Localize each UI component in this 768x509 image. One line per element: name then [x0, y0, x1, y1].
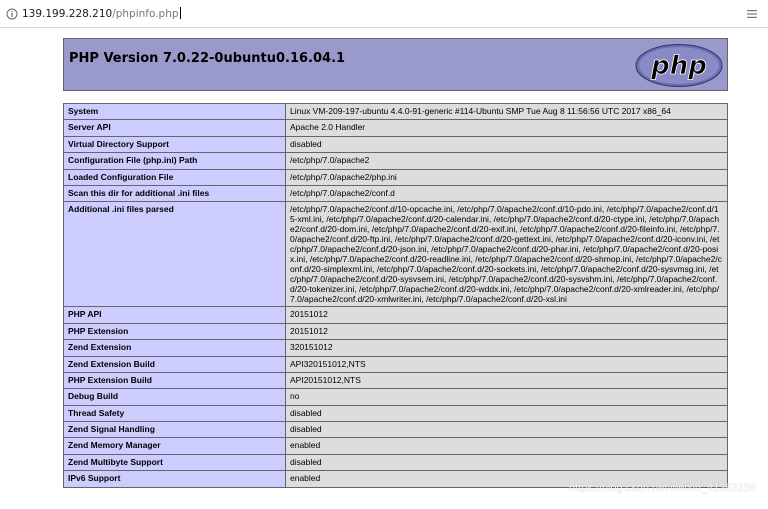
table-row: Scan this dir for additional .ini files /… — [63, 184, 728, 203]
row-key: Additional .ini files parsed — [63, 201, 286, 308]
row-key: Configuration File (php.ini) Path — [63, 152, 286, 170]
row-key: Virtual Directory Support — [63, 135, 286, 154]
table-row: Thread Safety disabled — [63, 404, 728, 423]
row-key: Scan this dir for additional .ini files — [63, 184, 286, 203]
page-title: PHP Version 7.0.22-0ubuntu0.16.04.1 — [69, 51, 346, 66]
table-row: Additional .ini files parsed/etc/php/7.0… — [63, 201, 728, 308]
php-logo: php — [635, 44, 723, 87]
row-value: API320151012,NTS — [285, 355, 728, 373]
row-value: Linux VM-209-197-ubuntu 4.4.0-91-generic… — [285, 102, 728, 121]
row-key: Zend Multibyte Support — [63, 453, 286, 472]
table-row: Zend Multibyte Support disabled — [63, 453, 728, 472]
php-version-header: PHP Version 7.0.22-0ubuntu0.16.04.1 php — [63, 38, 728, 91]
row-value: disabled — [285, 421, 728, 439]
row-value: /etc/php/7.0/apache2/conf.d — [285, 184, 728, 203]
php-logo-text: php — [650, 51, 707, 81]
url-path: /phpinfo.php — [112, 8, 179, 20]
info-icon[interactable] — [6, 8, 18, 20]
table-row: Zend Signal Handling disabled — [63, 421, 728, 439]
row-key: PHP Extension — [63, 322, 286, 341]
row-key: PHP API — [63, 306, 286, 324]
table-row: Configuration File (php.ini) Path/etc/ph… — [63, 152, 728, 170]
url-host: 139.199.228.210 — [22, 8, 113, 20]
row-value: no — [285, 388, 728, 406]
row-key: Server API — [63, 119, 286, 137]
address-bar[interactable]: 139.199.228.210/phpinfo.php — [0, 0, 768, 28]
table-row: Virtual Directory Support disabled — [63, 135, 728, 154]
row-value: /etc/php/7.0/apache2 — [285, 152, 728, 170]
row-value: 320151012 — [285, 339, 728, 357]
table-row: Loaded Configuration File/etc/php/7.0/ap… — [63, 168, 728, 186]
table-row: Zend Extension Build API320151012,NTS — [63, 355, 728, 373]
row-value: disabled — [285, 135, 728, 154]
text-caret — [179, 7, 181, 19]
table-row: Zend Memory Manager enabled — [63, 437, 728, 455]
row-value: API20151012,NTS — [285, 371, 728, 390]
row-key: System — [63, 102, 286, 121]
menu-icon[interactable] — [746, 8, 758, 20]
row-key: Zend Extension Build — [63, 355, 286, 373]
row-key: Debug Build — [63, 388, 286, 406]
row-key: Zend Signal Handling — [63, 421, 286, 439]
table-row: System Linux VM-209-197-ubuntu 4.4.0-91-g… — [63, 102, 728, 121]
row-value: disabled — [285, 404, 728, 423]
row-value: /etc/php/7.0/apache2/php.ini — [285, 168, 728, 186]
url-text[interactable]: 139.199.228.210/phpinfo.php — [22, 7, 181, 20]
watermark: https://blog.csdn.net/weixin_41363156 — [568, 482, 756, 494]
table-row: Zend Extension 320151012 — [63, 339, 728, 357]
table-row: PHP Extension Build API20151012,NTS — [63, 371, 728, 390]
row-value: 20151012 — [285, 322, 728, 341]
row-value: /etc/php/7.0/apache2/conf.d/10-opcache.i… — [285, 201, 728, 308]
row-value: disabled — [285, 453, 728, 472]
table-row: Debug Build no — [63, 388, 728, 406]
row-key: Zend Extension — [63, 339, 286, 357]
table-row: PHP API 20151012 — [63, 306, 728, 324]
row-key: IPv6 Support — [63, 470, 286, 488]
row-value: Apache 2.0 Handler — [285, 119, 728, 137]
row-key: Zend Memory Manager — [63, 437, 286, 455]
table-row: Server API Apache 2.0 Handler — [63, 119, 728, 137]
row-key: Thread Safety — [63, 404, 286, 423]
row-value: enabled — [285, 437, 728, 455]
phpinfo-content: PHP Version 7.0.22-0ubuntu0.16.04.1 php … — [63, 38, 728, 488]
info-table: System Linux VM-209-197-ubuntu 4.4.0-91-g… — [63, 102, 728, 488]
row-key: PHP Extension Build — [63, 371, 286, 390]
row-value: 20151012 — [285, 306, 728, 324]
table-row: PHP Extension 20151012 — [63, 322, 728, 341]
row-key: Loaded Configuration File — [63, 168, 286, 186]
